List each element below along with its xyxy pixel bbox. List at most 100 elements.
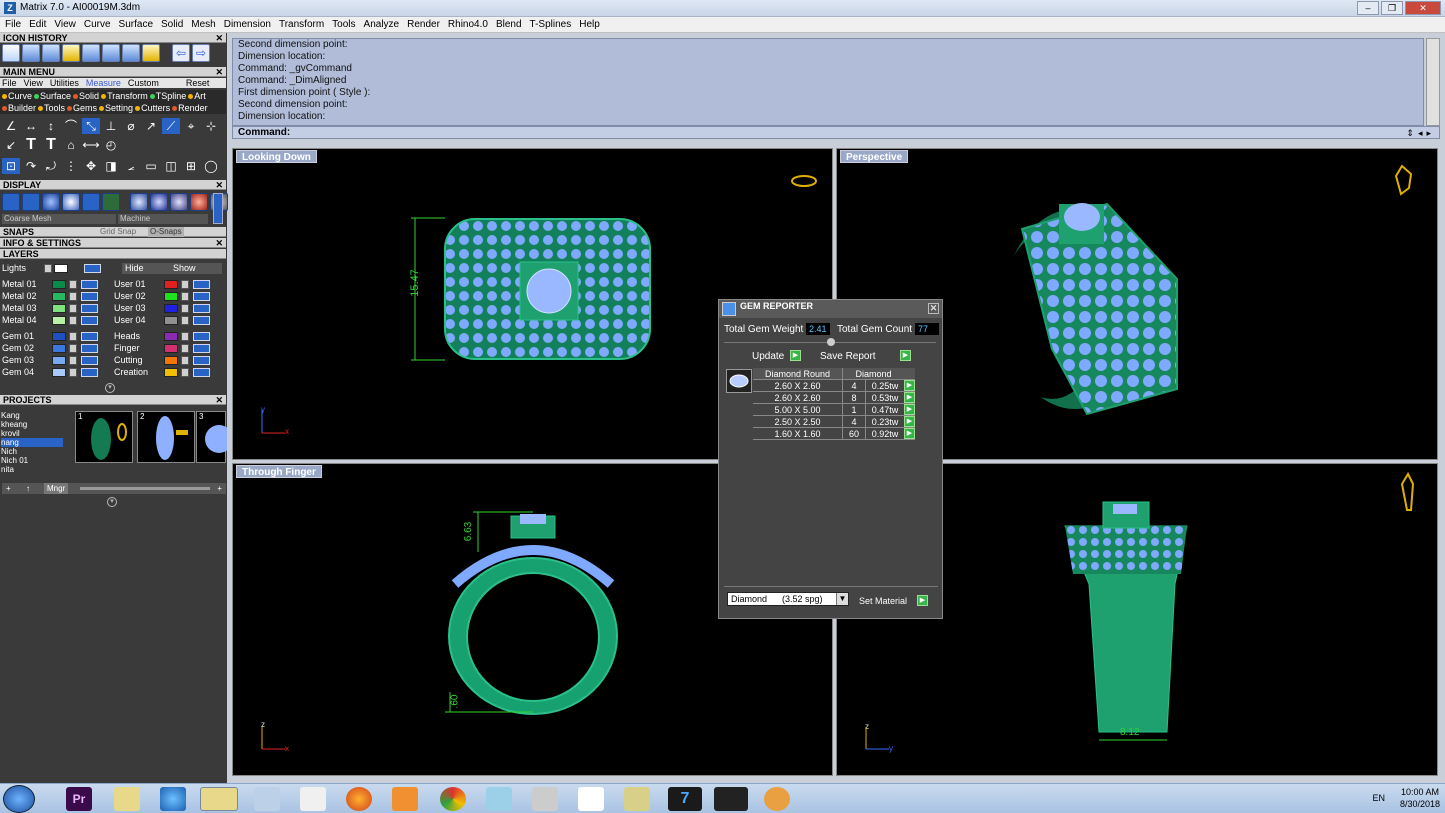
layer-color-swatch[interactable] (52, 292, 66, 301)
dimension-ordinate-icon[interactable]: ⊥ (102, 118, 120, 134)
osnaps-toggle[interactable]: O-Snaps (148, 227, 184, 237)
layer-visibility-toggle[interactable] (193, 316, 210, 325)
layer-visibility-toggle[interactable] (81, 292, 98, 301)
layer-color-swatch[interactable] (164, 356, 178, 365)
menu-solid[interactable]: Solid (161, 17, 183, 32)
save-report-button[interactable]: ▶ (900, 350, 911, 361)
gem-select-button[interactable]: ▶ (904, 380, 915, 391)
distance-icon[interactable]: ⟷ (82, 137, 100, 153)
start-button[interactable] (3, 785, 35, 813)
gap-icon[interactable]: ⋮ (62, 158, 80, 174)
manager-button[interactable]: Mngr (44, 483, 69, 494)
dimension-radius-icon[interactable]: ⌒ (62, 118, 80, 134)
tab-measure[interactable]: Measure (86, 78, 121, 88)
splitter-handle[interactable] (827, 338, 835, 346)
layer-row[interactable]: User 04 (114, 315, 224, 326)
wireframe-mode-icon[interactable] (2, 193, 20, 211)
lock-icon[interactable] (69, 280, 77, 289)
menu-tsplines[interactable]: T-Splines (530, 17, 572, 32)
menu-transform[interactable]: Transform (279, 17, 324, 32)
display-scroll[interactable] (213, 193, 223, 224)
menu-analyze[interactable]: Analyze (364, 17, 400, 32)
gem-row[interactable]: 5.00 X 5.00 1 0.47tw ▶ (753, 404, 915, 416)
tab-reset[interactable]: Reset (186, 78, 210, 88)
add-icon[interactable]: + (6, 483, 11, 494)
technical-mode-icon[interactable] (102, 193, 120, 211)
lock-icon[interactable] (181, 292, 189, 301)
menu-item-tspline[interactable]: TSpline (150, 90, 187, 102)
menu-item-cutters[interactable]: Cutters (135, 102, 170, 114)
layer-color-swatch[interactable] (52, 344, 66, 353)
add-icon[interactable]: + (217, 483, 222, 494)
lock-icon[interactable] (181, 356, 189, 365)
material-red-icon[interactable] (190, 193, 208, 211)
menu-item-solid[interactable]: Solid (73, 90, 99, 102)
layer-visibility-toggle[interactable] (81, 280, 98, 289)
project-thumbnail[interactable]: 1 (75, 411, 133, 463)
layer-visibility-toggle[interactable] (81, 332, 98, 341)
gem-row[interactable]: 2.50 X 2.50 4 0.23tw ▶ (753, 416, 915, 428)
chevron-down-icon[interactable]: ▾ (105, 383, 115, 393)
close-icon[interactable]: ✕ (1405, 1, 1441, 15)
premiere-icon[interactable]: Pr (66, 787, 92, 811)
dimension-slope-icon[interactable]: ⟋ (162, 118, 180, 134)
menu-surface[interactable]: Surface (119, 17, 153, 32)
dimension-point-icon[interactable]: ⌖ (182, 118, 200, 134)
layer-color-swatch[interactable] (164, 316, 178, 325)
tab-file[interactable]: File (2, 78, 17, 88)
update-button[interactable]: ▶ (790, 350, 801, 361)
close-icon[interactable]: ✕ (215, 180, 223, 190)
layer-row[interactable]: Metal 03 (2, 303, 112, 314)
set-material-button[interactable]: ▶ (917, 595, 928, 606)
folder-icon[interactable] (114, 787, 140, 811)
layer-row[interactable]: Metal 02 (2, 291, 112, 302)
dimension-horizontal-icon[interactable]: ↔ (22, 118, 40, 134)
lock-icon[interactable] (69, 304, 77, 313)
layer-row[interactable]: Gem 04 (2, 367, 112, 378)
dimension-mark-icon[interactable]: ⊹ (202, 118, 220, 134)
menu-curve[interactable]: Curve (84, 17, 111, 32)
restore-icon[interactable]: ❐ (1381, 1, 1403, 15)
menu-item-curve[interactable]: Curve (2, 90, 32, 102)
command-nav-icon[interactable]: ⇕◂▸ (1406, 127, 1435, 139)
project-thumbnail[interactable]: 2 (137, 411, 195, 463)
tab-custom[interactable]: Custom (128, 78, 159, 88)
gem-select-button[interactable]: ▶ (904, 416, 915, 427)
lock-icon[interactable] (69, 292, 77, 301)
history-tool-icon[interactable] (142, 44, 160, 62)
layer-visibility-toggle[interactable] (193, 304, 210, 313)
close-icon[interactable]: ✕ (928, 303, 939, 314)
rendered-mode-icon[interactable] (62, 193, 80, 211)
dimension-arrow-icon[interactable]: ↗ (142, 118, 160, 134)
move-icon[interactable]: ✥ (82, 158, 100, 174)
text-block-icon[interactable]: T (42, 137, 60, 153)
history-tool-icon[interactable] (2, 44, 20, 62)
chevron-down-icon[interactable]: ▼ (836, 593, 848, 605)
arc-measure-icon[interactable]: ↷ (22, 158, 40, 174)
history-tool-icon[interactable] (22, 44, 40, 62)
close-icon[interactable]: ✕ (215, 238, 223, 248)
lock-icon[interactable] (69, 356, 77, 365)
layer-color-swatch[interactable] (164, 292, 178, 301)
layer-color-swatch[interactable] (54, 264, 68, 273)
layer-visibility-toggle[interactable] (193, 280, 210, 289)
history-tool-icon[interactable] (102, 44, 120, 62)
history-tool-icon[interactable] (82, 44, 100, 62)
menu-mesh[interactable]: Mesh (191, 17, 215, 32)
grid-snap-toggle[interactable]: Grid Snap (100, 227, 136, 237)
layer-row[interactable]: Finger (114, 343, 224, 354)
layers-header[interactable]: LAYERS (0, 249, 226, 259)
annotation-icon[interactable]: ⌂ (62, 137, 80, 153)
material-sphere-icon[interactable] (150, 193, 168, 211)
forward-arrow-icon[interactable]: ⇨ (192, 44, 210, 62)
menu-dimension[interactable]: Dimension (224, 17, 271, 32)
close-icon[interactable]: ✕ (215, 33, 223, 43)
layer-color-swatch[interactable] (164, 280, 178, 289)
matrix-icon[interactable]: 7 (668, 787, 702, 811)
tab-view[interactable]: View (24, 78, 43, 88)
circle-measure-icon[interactable]: ◯ (202, 158, 220, 174)
layer-color-swatch[interactable] (164, 304, 178, 313)
back-arrow-icon[interactable]: ⇦ (172, 44, 190, 62)
gem-select-button[interactable]: ▶ (904, 392, 915, 403)
lock-icon[interactable] (69, 316, 77, 325)
